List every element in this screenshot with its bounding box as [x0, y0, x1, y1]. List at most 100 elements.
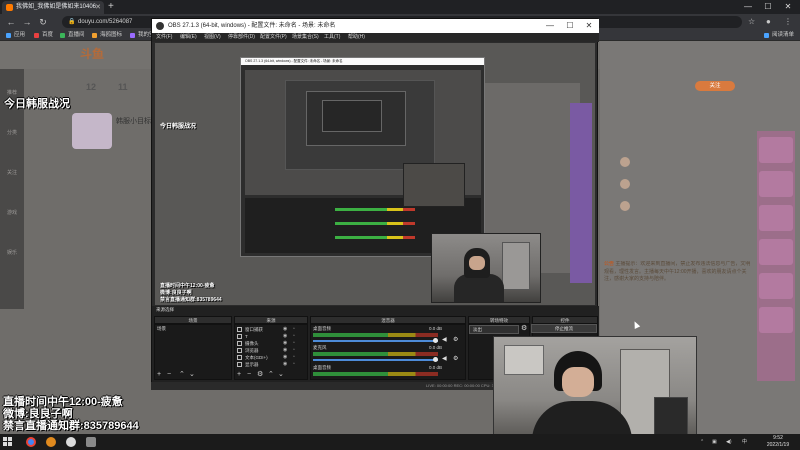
banner-item[interactable] [759, 205, 793, 231]
banner-item[interactable] [759, 307, 793, 333]
menu-edit[interactable]: 编辑(E) [180, 33, 197, 42]
explorer-taskbar-icon[interactable] [86, 437, 96, 447]
menu-profile[interactable]: 配置文件(P) [260, 33, 287, 42]
bookmark-seagull[interactable]: 海鸥图标 [92, 30, 122, 41]
nested-overlay-text: 直播时间中午12:00-疲惫 微博:良良子啊 禁言直播通知群:835789644 [160, 283, 222, 304]
eye-icon[interactable]: ◉ [283, 347, 287, 354]
volume-slider[interactable] [313, 340, 438, 342]
eye-icon[interactable]: ◉ [283, 326, 287, 333]
mixer-settings-icon[interactable]: ⚙ [453, 337, 458, 343]
source-down-icon[interactable]: ⌄ [278, 371, 284, 378]
source-row[interactable]: T ◉ ▫ [235, 333, 305, 340]
mixer-track-db: 0.0 dB [429, 345, 443, 350]
bookmark-apps[interactable]: 应用 [6, 30, 25, 41]
scene-down-icon[interactable]: ⌄ [189, 371, 195, 378]
obs-maximize-icon[interactable]: ☐ [560, 19, 580, 33]
scene-up-icon[interactable]: ⌃ [179, 371, 185, 378]
menu-help[interactable]: 帮助(H) [348, 33, 365, 42]
preview-webcam [431, 233, 541, 303]
profile-icon[interactable]: ● [766, 14, 771, 30]
volume-knob[interactable] [433, 357, 438, 362]
reload-icon[interactable]: ↻ [36, 14, 50, 30]
mixer-settings-icon[interactable]: ⚙ [453, 356, 458, 362]
volume-knob[interactable] [433, 338, 438, 343]
speaker-icon[interactable]: ◀ [442, 356, 447, 362]
banner-item[interactable] [759, 137, 793, 163]
remove-scene-icon[interactable]: − [167, 371, 171, 378]
streamer-avatar[interactable] [72, 113, 112, 149]
volume-slider[interactable] [313, 359, 438, 361]
follow-button[interactable]: 关注 [695, 81, 735, 91]
source-row[interactable]: 窗口捕获 ◉ ▫ [235, 326, 305, 333]
obs-minimize-icon[interactable]: — [540, 19, 560, 33]
eye-icon[interactable]: ◉ [283, 354, 287, 361]
lock-icon[interactable]: ▫ [293, 326, 295, 333]
source-up-icon[interactable]: ⌃ [268, 371, 274, 378]
source-row[interactable]: 摄像头 ◉ ▫ [235, 340, 305, 347]
source-row[interactable]: 浏览器 ◉ ▫ [235, 347, 305, 354]
banner-item[interactable] [759, 171, 793, 197]
banner-item[interactable] [759, 239, 793, 265]
taskbar-clock[interactable]: 9:52 2022/1/19 [762, 435, 794, 449]
extension-icon[interactable]: ☆ [748, 14, 755, 30]
douyu-logo[interactable]: 斗鱼 [80, 45, 104, 62]
close-window-icon[interactable]: ✕ [778, 0, 798, 14]
menu-tools[interactable]: 工具(T) [324, 33, 340, 42]
lock-icon[interactable]: ▫ [293, 333, 295, 340]
obs-taskbar-icon[interactable] [66, 437, 76, 447]
network-icon[interactable]: ▣ [712, 434, 717, 450]
add-scene-icon[interactable]: + [157, 371, 161, 378]
stop-streaming-button[interactable]: 停止推流 [531, 324, 597, 333]
transition-select[interactable]: 淡出 [469, 325, 519, 334]
tray-expand-icon[interactable]: ⌃ [700, 434, 704, 450]
eye-icon[interactable]: ◉ [283, 340, 287, 347]
new-tab-button[interactable]: + [108, 0, 114, 14]
menu-scene-collection[interactable]: 场景集合(S) [292, 33, 319, 42]
minimize-icon[interactable]: — [738, 0, 758, 14]
back-icon[interactable]: ← [4, 14, 18, 30]
nested-preview-2 [285, 80, 435, 170]
windows-start-icon[interactable] [3, 437, 13, 447]
volume-icon[interactable]: ◀) [726, 434, 732, 450]
eye-icon[interactable]: ◉ [283, 333, 287, 340]
sidenav-item-recommend[interactable]: 推荐 [0, 89, 24, 96]
sidenav-item-entertainment[interactable]: 娱乐 [0, 249, 24, 256]
maximize-icon[interactable]: ☐ [758, 0, 778, 14]
streamer-title: 韩服小目标 [116, 118, 151, 125]
transition-settings-icon[interactable]: ⚙ [521, 325, 527, 332]
app-taskbar-icon[interactable] [46, 437, 56, 447]
source-settings-icon[interactable]: ⚙ [257, 371, 263, 378]
lock-icon[interactable]: ▫ [293, 340, 295, 347]
side-banner[interactable] [757, 131, 795, 381]
reading-list[interactable]: 阅读清单 [763, 30, 794, 41]
scene-item[interactable]: 场景 [157, 326, 166, 332]
banner-item[interactable] [759, 273, 793, 299]
sidenav-item-category[interactable]: 分类 [0, 129, 24, 136]
remove-source-icon[interactable]: − [247, 371, 251, 378]
source-row[interactable]: 文本(GDI+) ◉ ▫ [235, 354, 305, 361]
menu-icon[interactable]: ⋮ [784, 14, 792, 30]
rank-avatar-1 [620, 157, 630, 167]
menu-file[interactable]: 文件(F) [156, 33, 172, 42]
menu-docks[interactable]: 停靠部件(D) [228, 33, 255, 42]
lock-icon[interactable]: ▫ [293, 347, 295, 354]
lock-icon[interactable]: ▫ [293, 354, 295, 361]
forward-icon[interactable]: → [20, 14, 34, 30]
obs-close-icon[interactable]: ✕ [579, 19, 599, 33]
chrome-taskbar-icon[interactable] [26, 437, 36, 447]
bookmark-live[interactable]: 直播间 [60, 30, 85, 41]
speaker-icon[interactable]: ◀ [442, 337, 447, 343]
browser-tab[interactable]: 我佛如_我佛如是佛如来10406 ✕ [2, 1, 104, 14]
close-tab-icon[interactable]: ✕ [95, 1, 101, 14]
eye-icon[interactable]: ◉ [283, 361, 287, 368]
obs-preview[interactable]: OBS 27.1.3 (64-bit, windows) - 配置文件: 未命名… [155, 43, 595, 305]
menu-view[interactable]: 视图(V) [204, 33, 221, 42]
source-row[interactable]: 显示器 ◉ ▫ [235, 361, 305, 368]
rank-avatar-2 [620, 179, 630, 189]
bookmark-baidu[interactable]: 百度 [34, 30, 53, 41]
sidenav-item-games[interactable]: 游戏 [0, 209, 24, 216]
lock-icon[interactable]: ▫ [293, 361, 295, 368]
sidenav-item-follow[interactable]: 关注 [0, 169, 24, 176]
ime-icon[interactable]: 中 [742, 434, 747, 450]
add-source-icon[interactable]: + [237, 371, 241, 378]
